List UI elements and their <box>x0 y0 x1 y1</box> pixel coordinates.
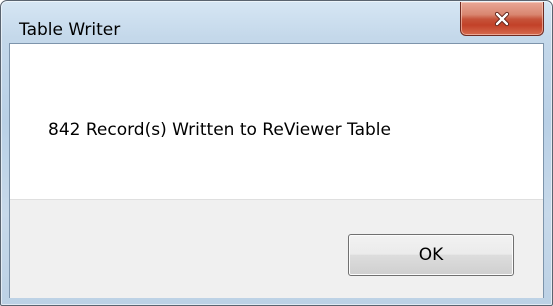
close-button[interactable] <box>460 2 544 36</box>
ok-button[interactable]: OK <box>348 234 514 276</box>
window-title: Table Writer <box>19 20 121 40</box>
message-area: 842 Record(s) Written to ReViewer Table <box>10 44 543 199</box>
title-bar: Table Writer <box>1 1 552 41</box>
dialog-content: 842 Record(s) Written to ReViewer Table … <box>9 43 544 298</box>
button-area: OK <box>10 199 543 298</box>
close-icon <box>494 11 510 26</box>
dialog-window: Table Writer 842 Record(s) Written to Re… <box>0 0 553 306</box>
message-text: 842 Record(s) Written to ReViewer Table <box>48 120 391 140</box>
